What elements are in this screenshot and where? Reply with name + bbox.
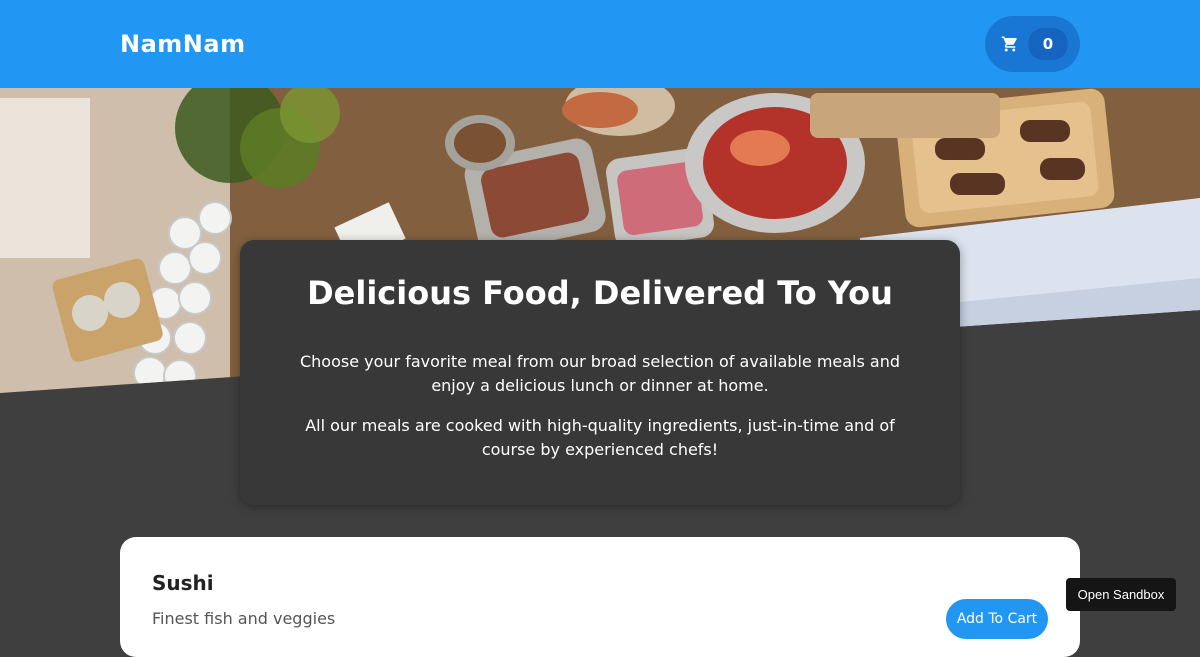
summary-card: Delicious Food, Delivered To You Choose …: [240, 240, 960, 505]
meal-card: Sushi Finest fish and veggies Add To Car…: [120, 537, 1080, 657]
app-header: NamNam 0: [0, 0, 1200, 88]
cart-button[interactable]: 0: [985, 16, 1080, 72]
summary-title: Delicious Food, Delivered To You: [307, 274, 893, 312]
meal-description: Finest fish and veggies: [152, 609, 336, 628]
open-sandbox-button[interactable]: Open Sandbox: [1066, 578, 1176, 611]
add-to-cart-button[interactable]: Add To Cart: [946, 599, 1048, 639]
meal-name: Sushi: [152, 571, 214, 595]
cart-icon: [1001, 36, 1017, 52]
cart-count-badge: 0: [1028, 28, 1068, 60]
brand-title: NamNam: [120, 30, 246, 58]
summary-paragraph-2: All our meals are cooked with high-quali…: [305, 416, 895, 459]
summary-paragraph-1: Choose your favorite meal from our broad…: [299, 352, 901, 395]
